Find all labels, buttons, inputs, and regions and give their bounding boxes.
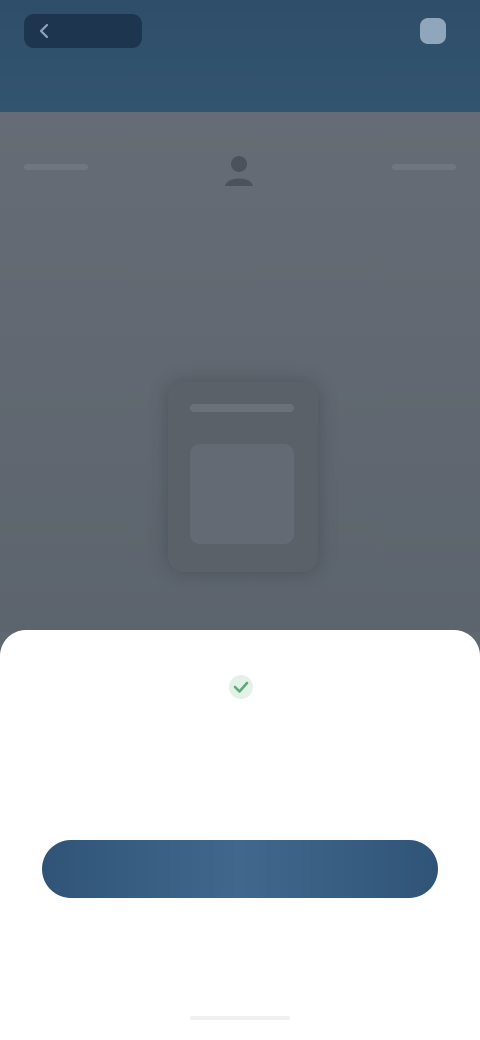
app-icon — [420, 18, 446, 44]
check-icon — [229, 675, 253, 699]
user-icon — [225, 156, 253, 186]
primary-button[interactable] — [42, 840, 438, 898]
header-action-button[interactable] — [412, 18, 446, 44]
placeholder-bar — [24, 164, 88, 170]
app-header — [0, 0, 480, 112]
dimmed-page-content — [0, 112, 480, 632]
content-card — [168, 382, 318, 572]
card-placeholder-line — [190, 404, 294, 412]
bottom-sheet — [0, 630, 480, 1040]
chevron-left-icon — [39, 23, 49, 39]
placeholder-bar — [392, 164, 456, 170]
back-button[interactable] — [24, 14, 142, 48]
app-screen — [0, 0, 480, 1040]
card-placeholder-image — [190, 444, 294, 544]
home-indicator — [190, 1016, 290, 1020]
